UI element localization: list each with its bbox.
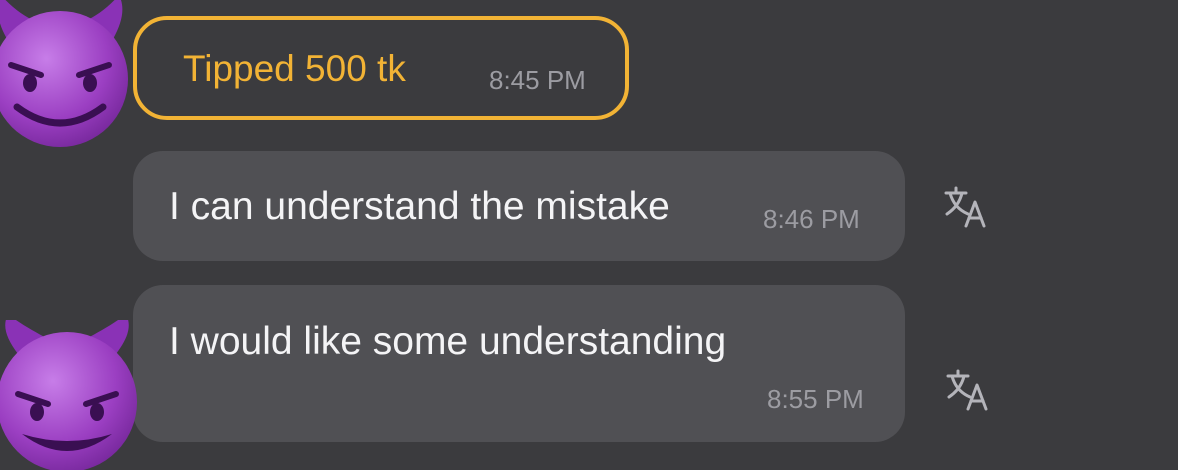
message-text: I can understand the mistake bbox=[169, 185, 670, 228]
translate-icon bbox=[944, 186, 986, 228]
smiling-face-with-horns-icon bbox=[0, 0, 128, 147]
tip-message-bubble[interactable]: Tipped 500 tk 8:45 PM bbox=[133, 16, 629, 120]
translate-button[interactable] bbox=[944, 367, 990, 413]
message-bubble[interactable]: I would like some understanding 8:55 PM bbox=[133, 285, 905, 442]
message-timestamp: 8:55 PM bbox=[767, 384, 864, 414]
message-timestamp: 8:46 PM bbox=[763, 204, 860, 234]
chat-screen: { "colors": { "background": "#3b3b3e", "… bbox=[0, 0, 1178, 470]
message-timestamp: 8:45 PM bbox=[489, 65, 586, 95]
sender-avatar[interactable] bbox=[0, 0, 135, 149]
tip-text: Tipped 500 tk bbox=[183, 48, 406, 89]
translate-icon bbox=[946, 369, 988, 411]
message-bubble[interactable]: I can understand the mistake 8:46 PM bbox=[133, 151, 905, 261]
translate-button[interactable] bbox=[942, 184, 988, 230]
smiling-face-with-horns-icon bbox=[0, 320, 137, 470]
message-text: I would like some understanding bbox=[169, 320, 727, 363]
sender-avatar[interactable] bbox=[0, 320, 142, 470]
